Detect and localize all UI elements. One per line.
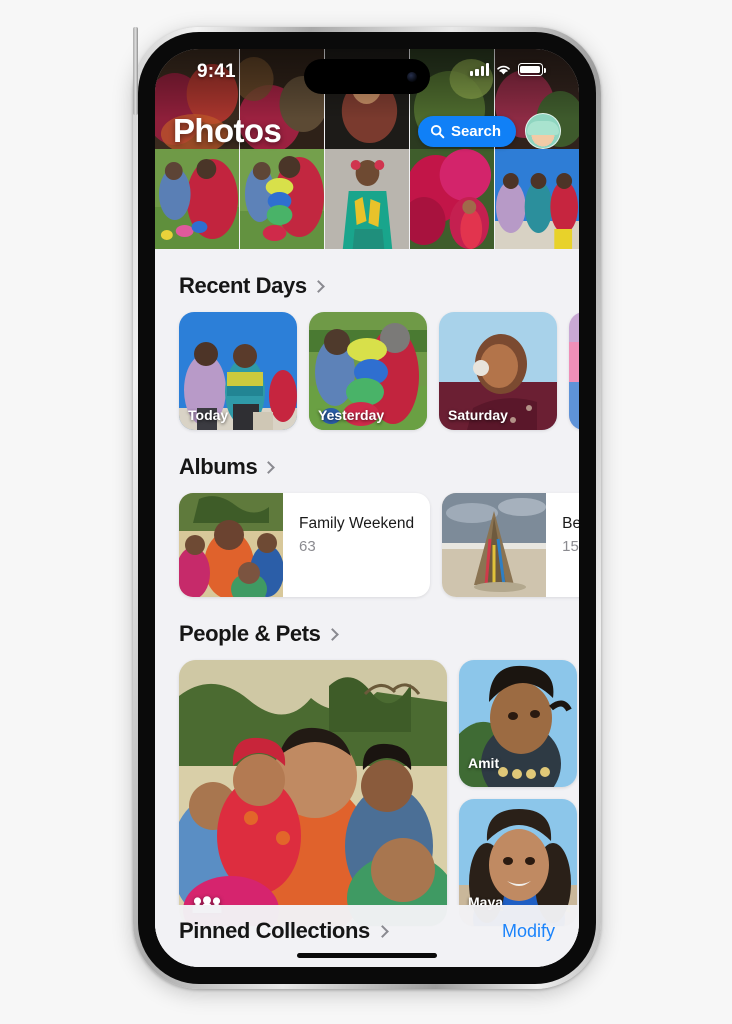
people-tiles-column: Amit Maya <box>459 660 577 926</box>
status-bar-indicators <box>470 63 546 76</box>
section-title: Albums <box>179 454 258 479</box>
page-title: Photos <box>173 112 282 149</box>
search-icon <box>430 124 445 138</box>
photo-thumbnail[interactable] <box>240 149 324 249</box>
recent-days-row[interactable]: Today Yesterday Saturday <box>155 312 579 430</box>
wifi-icon <box>497 65 510 75</box>
photos-content-scroll[interactable]: Recent Days Today Yesterday Saturday Alb… <box>155 249 579 967</box>
album-thumbnail <box>442 493 547 597</box>
photo-grid-row <box>155 149 579 249</box>
person-name: Amit <box>468 755 500 771</box>
people-group-tile[interactable] <box>179 660 447 926</box>
chevron-right-icon <box>325 627 339 641</box>
pinned-collections-title: Pinned Collections <box>179 918 370 943</box>
album-meta: Family Weekend 63 <box>283 493 430 597</box>
recent-day-tile[interactable]: Yesterday <box>309 312 427 430</box>
app-header: Photos Search <box>155 105 579 157</box>
album-meta: Beach 159 <box>546 493 579 597</box>
avatar[interactable] <box>525 113 561 149</box>
section-header-recent-days[interactable]: Recent Days <box>155 249 579 312</box>
home-indicator[interactable] <box>297 953 437 958</box>
status-bar: 9:41 <box>155 49 579 103</box>
album-count: 63 <box>299 538 316 555</box>
section-title: People & Pets <box>179 621 321 646</box>
section-header-albums[interactable]: Albums <box>155 430 579 493</box>
recent-day-tile[interactable]: Saturday <box>439 312 557 430</box>
album-name: Family Weekend <box>299 515 415 532</box>
modify-button[interactable]: Modify <box>502 921 555 942</box>
recent-day-label: Yesterday <box>318 407 385 423</box>
album-card[interactable]: Family Weekend 63 <box>179 493 431 597</box>
search-button[interactable]: Search <box>417 115 516 147</box>
album-thumbnail <box>179 493 283 597</box>
photo-thumbnail[interactable] <box>495 149 579 249</box>
album-name: Beach <box>562 515 579 532</box>
chevron-right-icon <box>311 279 325 293</box>
photo-thumbnail[interactable] <box>325 149 409 249</box>
recent-day-label: Saturday <box>448 407 508 423</box>
front-camera-icon <box>407 71 417 82</box>
recent-day-tile[interactable]: Today <box>179 312 297 430</box>
people-and-pets-row[interactable]: Amit Maya <box>155 660 579 926</box>
photo-thumbnail[interactable] <box>155 149 239 249</box>
recent-day-tile[interactable] <box>569 312 579 430</box>
dynamic-island <box>304 59 430 94</box>
section-header-people-and-pets[interactable]: People & Pets <box>155 597 579 660</box>
cellular-signal-icon <box>470 63 489 76</box>
iphone-device-frame: 9:41 Photos Search Recent Days Today Yes… <box>133 27 601 989</box>
battery-icon <box>518 63 546 76</box>
album-card[interactable]: Beach 159 <box>442 493 579 597</box>
album-count: 159 <box>562 538 579 555</box>
section-title: Recent Days <box>179 273 307 298</box>
recent-day-label: Today <box>188 407 229 423</box>
status-bar-time: 9:41 <box>197 61 236 82</box>
phone-screen: 9:41 Photos Search Recent Days Today Yes… <box>155 49 579 967</box>
chevron-right-icon <box>262 460 276 474</box>
photo-thumbnail[interactable] <box>410 149 494 249</box>
chevron-right-icon <box>375 924 389 938</box>
screenshot-stage: 9:41 Photos Search Recent Days Today Yes… <box>0 0 732 1024</box>
albums-row[interactable]: Family Weekend 63 Be 15 <box>155 493 579 597</box>
search-button-label: Search <box>450 122 501 140</box>
person-tile[interactable]: Amit <box>459 660 577 787</box>
